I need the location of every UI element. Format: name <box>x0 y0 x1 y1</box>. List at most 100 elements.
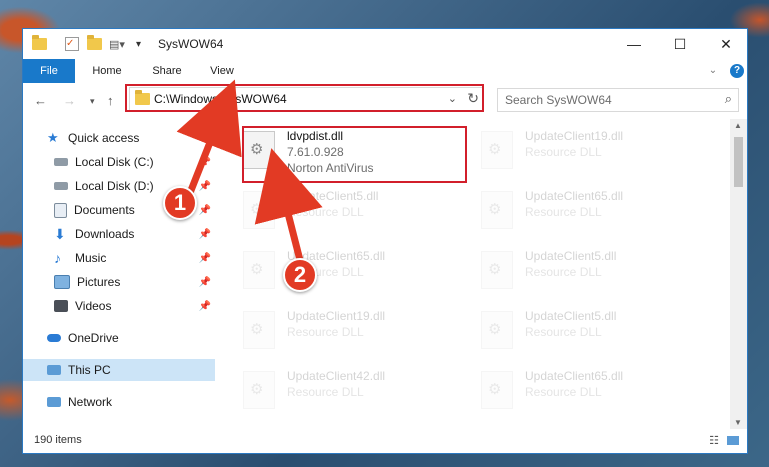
maximize-button[interactable]: ☐ <box>657 29 703 59</box>
forward-arrow-icon[interactable]: → <box>63 93 76 108</box>
file-description: Resource DLL <box>287 385 364 399</box>
customize-qa-icon[interactable]: ▤▾ <box>109 35 125 53</box>
search-icon[interactable]: ⌕ <box>725 91 732 107</box>
file-description: Resource DLL <box>525 265 602 279</box>
search-input[interactable]: Search SysWOW64 ⌕ <box>497 88 739 112</box>
file-item[interactable]: UpdateClient42.dll Resource DLL <box>239 365 469 417</box>
dll-file-icon <box>481 251 513 289</box>
download-arrow-icon: ⬇ <box>54 226 66 242</box>
network-icon <box>47 397 61 407</box>
search-placeholder: Search SysWOW64 <box>505 93 612 107</box>
nav-item-label: This PC <box>68 363 111 377</box>
file-name: UpdateClient5.dll <box>525 309 617 323</box>
file-description: Resource DLL <box>525 385 602 399</box>
ribbon: File Home Share View ⌄ ? <box>23 59 747 84</box>
tab-share[interactable]: Share <box>145 59 189 83</box>
tab-view[interactable]: View <box>200 59 244 83</box>
file-item[interactable]: UpdateClient19.dll Resource DLL <box>477 125 707 177</box>
cloud-icon <box>47 334 61 342</box>
new-folder-icon[interactable] <box>87 35 102 53</box>
large-icons-view-icon[interactable] <box>727 436 739 445</box>
nav-item-label: Quick access <box>68 131 140 145</box>
dll-file-icon <box>243 311 275 349</box>
up-arrow-icon[interactable]: ↑ <box>107 93 114 108</box>
minimize-button[interactable]: — <box>611 29 657 59</box>
nav-item-network[interactable]: Network <box>23 391 215 413</box>
nav-item-label: OneDrive <box>68 331 119 345</box>
file-name: UpdateClient42.dll <box>287 369 386 383</box>
address-highlight-box <box>125 84 484 112</box>
documents-icon <box>54 202 67 218</box>
file-item[interactable]: UpdateClient65.dll Resource DLL <box>477 185 707 237</box>
music-note-icon: ♪ <box>54 250 61 266</box>
file-name: UpdateClient65.dll <box>525 369 624 383</box>
pin-icon[interactable]: 📌 <box>199 229 211 240</box>
address-bar-row: ← → ▾ ↑ C:\Windows\SysWOW64 ⌄ ↻ Search S… <box>23 83 747 119</box>
vertical-scrollbar[interactable]: ▲ ▼ <box>730 119 747 429</box>
star-icon: ★ <box>47 130 59 145</box>
file-description: Resource DLL <box>525 145 602 159</box>
dll-file-icon <box>243 371 275 409</box>
pin-icon[interactable]: 📌 <box>199 301 211 312</box>
qa-dropdown-icon[interactable]: ▾ <box>136 35 141 53</box>
nav-item-label: Local Disk (D:) <box>75 179 154 193</box>
scroll-up-icon[interactable]: ▲ <box>734 121 742 130</box>
pin-icon[interactable]: 📌 <box>199 157 211 168</box>
details-view-icon[interactable]: ☷ <box>709 434 719 447</box>
callout-1: 1 <box>163 186 197 220</box>
pin-icon[interactable]: 📌 <box>199 277 211 288</box>
file-item[interactable]: UpdateClient65.dll Resource DLL <box>477 365 707 417</box>
window-title: SysWOW64 <box>158 37 224 51</box>
file-name: UpdateClient19.dll <box>287 309 386 323</box>
pin-icon[interactable]: 📌 <box>199 253 211 264</box>
status-bar: 190 items ☷ <box>23 429 747 453</box>
scroll-down-icon[interactable]: ▼ <box>734 418 742 427</box>
dll-file-icon <box>481 191 513 229</box>
file-item[interactable]: UpdateClient5.dll Resource DLL <box>477 305 707 357</box>
nav-item-label: Music <box>75 251 107 265</box>
back-arrow-icon[interactable]: ← <box>34 93 47 108</box>
nav-item-downloads[interactable]: ⬇ Downloads 📌 <box>23 223 215 245</box>
film-icon <box>54 300 68 312</box>
nav-item-label: Pictures <box>77 275 121 289</box>
properties-icon[interactable]: ✓ <box>65 37 79 51</box>
tab-file[interactable]: File <box>23 59 75 83</box>
file-item[interactable]: UpdateClient5.dll Resource DLL <box>477 245 707 297</box>
dll-file-icon <box>481 371 513 409</box>
nav-item-quick-access[interactable]: ★ Quick access <box>23 127 215 149</box>
close-button[interactable]: ✕ <box>703 29 747 59</box>
file-name: UpdateClient5.dll <box>287 189 379 203</box>
pictures-icon <box>54 275 70 289</box>
item-count: 190 items <box>34 434 82 446</box>
dll-file-icon <box>243 191 275 229</box>
nav-item-label: Downloads <box>75 227 135 241</box>
pin-icon[interactable]: 📌 <box>199 181 211 192</box>
file-item[interactable]: UpdateClient5.dll Resource DLL <box>239 185 469 237</box>
scrollbar-thumb[interactable] <box>734 137 743 187</box>
tab-home[interactable]: Home <box>85 59 129 83</box>
file-item[interactable]: UpdateClient65.dll Resource DLL <box>239 245 469 297</box>
drive-icon <box>54 182 68 190</box>
file-explorer-window: ✓ ▤▾ ▾ SysWOW64 — ☐ ✕ File Home Share Vi… <box>22 28 748 454</box>
file-item[interactable]: UpdateClient19.dll Resource DLL <box>239 305 469 357</box>
pin-icon[interactable]: 📌 <box>199 205 211 216</box>
nav-item-videos[interactable]: Videos 📌 <box>23 295 215 317</box>
nav-item-onedrive[interactable]: OneDrive <box>23 327 215 349</box>
computer-icon <box>47 365 61 375</box>
folder-icon <box>32 35 47 53</box>
ribbon-expand-icon[interactable]: ⌄ <box>705 59 721 83</box>
dll-file-icon <box>481 131 513 169</box>
help-icon[interactable]: ? <box>730 64 744 78</box>
nav-item-music[interactable]: ♪ Music 📌 <box>23 247 215 269</box>
title-bar: ✓ ▤▾ ▾ SysWOW64 — ☐ ✕ <box>23 29 747 59</box>
nav-item-label: Network <box>68 395 113 409</box>
recent-locations-icon[interactable]: ▾ <box>90 96 95 107</box>
file-name: UpdateClient65.dll <box>525 189 624 203</box>
nav-item-local-disk-c[interactable]: Local Disk (C:) 📌 <box>23 151 215 173</box>
file-name: UpdateClient5.dll <box>525 249 617 263</box>
nav-item-pictures[interactable]: Pictures 📌 <box>23 271 215 293</box>
nav-item-this-pc[interactable]: This PC <box>23 359 215 381</box>
nav-item-label: Documents <box>74 203 135 217</box>
drive-icon <box>54 158 68 166</box>
file-description: Resource DLL <box>287 325 364 339</box>
